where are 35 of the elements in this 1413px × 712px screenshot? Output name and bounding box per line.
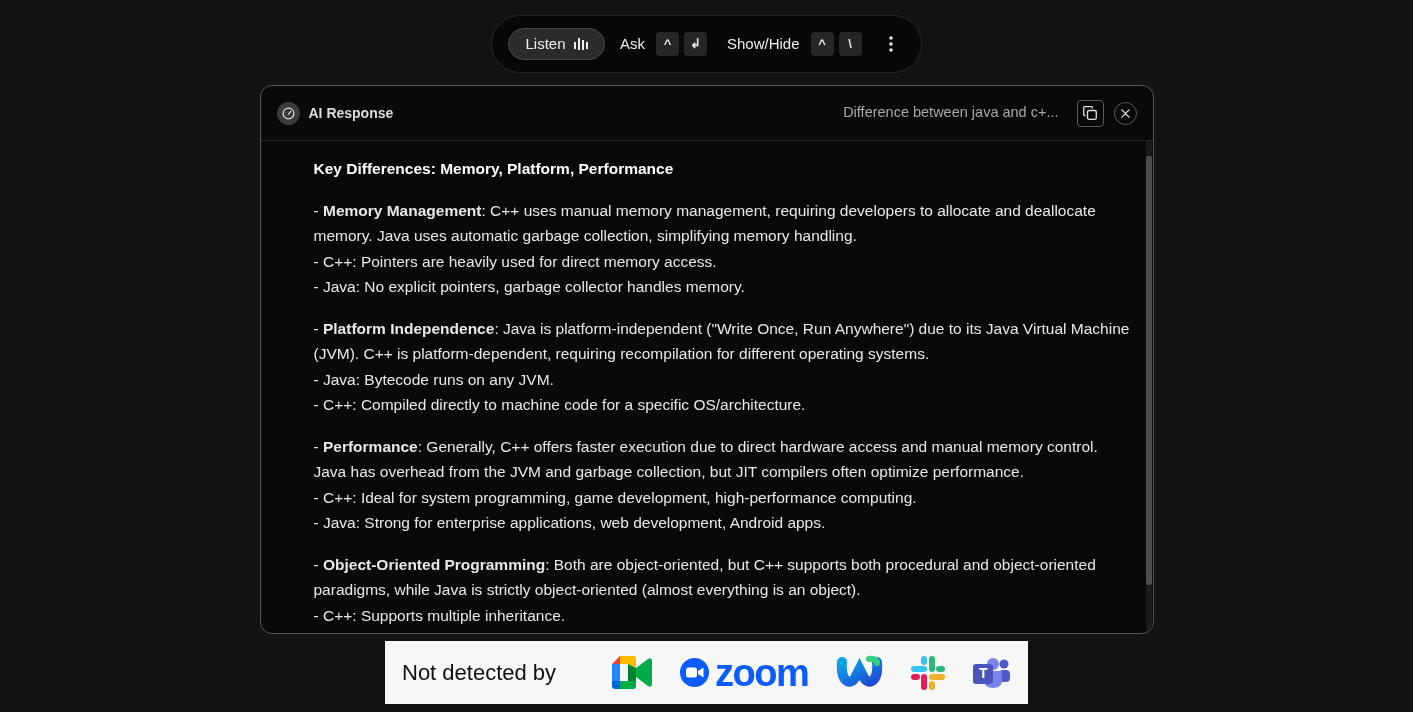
keyboard-key: ↲	[684, 32, 707, 56]
response-line: - Platform Independence: Java is platform-independent ("Write Once, Run Anywhere") due to its Java Virtual Machine (JVM). C++ is platform-dependent, requiring recompilation for different operating systems.	[313, 318, 1131, 364]
keyboard-key: \	[838, 32, 862, 56]
copy-icon	[1083, 106, 1097, 120]
logo-letter: T	[973, 663, 994, 684]
logo-wordmark: zoom	[715, 653, 809, 692]
shortcut-button[interactable]: Ask	[620, 32, 645, 56]
close-icon	[1120, 108, 1130, 118]
gauge-icon	[276, 101, 300, 125]
video-camera-logo-icon	[612, 656, 653, 689]
pinwheel-logo-icon	[911, 655, 946, 690]
response-line: - Java: Strong for enterprise applications, web development, Android apps.	[313, 513, 827, 533]
response-line: - C++: Compiled directly to machine code for a specific OS/architecture.	[313, 395, 807, 415]
response-line: - Object-Oriented Programming: Both are object-oriented, but C++ supports both procedural and object-oriented paradigms, while Java is strictly object-oriented (almost everything is an object).	[313, 554, 1097, 600]
more-icon	[889, 36, 893, 52]
video-camera-logo-icon	[680, 658, 710, 687]
response-line: - Java: No explicit pointers, garbage collector handles memory.	[313, 277, 746, 297]
panel-title: AI Response	[308, 103, 394, 123]
response-line: - C++: Pointers are heavily used for direct memory access.	[313, 251, 718, 272]
keyboard-key: ^	[656, 32, 679, 56]
response-line: - Performance: Generally, C++ offers faster execution due to direct hardware access and manual memory control. Java has overhead from the JVM and garbage collection, but JIT compilers often optimize performance.	[313, 436, 1099, 482]
response-heading: Key Differences: Memory, Platform, Performance	[313, 159, 675, 179]
audio-bars-icon	[573, 38, 588, 50]
response-line: - Memory Management: C++ uses manual memory management, requiring developers to allocate and deallocate memory. Java uses automatic garbage collection, simplifying memory handling.	[313, 200, 1097, 246]
copy-button[interactable]	[1076, 99, 1104, 127]
banner-label: Not detected by	[402, 659, 557, 687]
response-line: - C++: Supports multiple inheritance.	[313, 605, 567, 626]
keyboard-key: ^	[810, 32, 834, 56]
shortcut-button[interactable]: Show/Hide	[727, 32, 800, 56]
wave-logo-icon	[836, 655, 884, 690]
response-line: - C++: Ideal for system programming, game development, high-performance computing.	[313, 487, 918, 508]
response-line: - Java: Bytecode runs on any JVM.	[313, 369, 555, 390]
more-button[interactable]	[888, 35, 894, 53]
listen-button[interactable]: Listen	[508, 28, 605, 60]
query-text: Difference between java and c+...	[843, 103, 1059, 123]
